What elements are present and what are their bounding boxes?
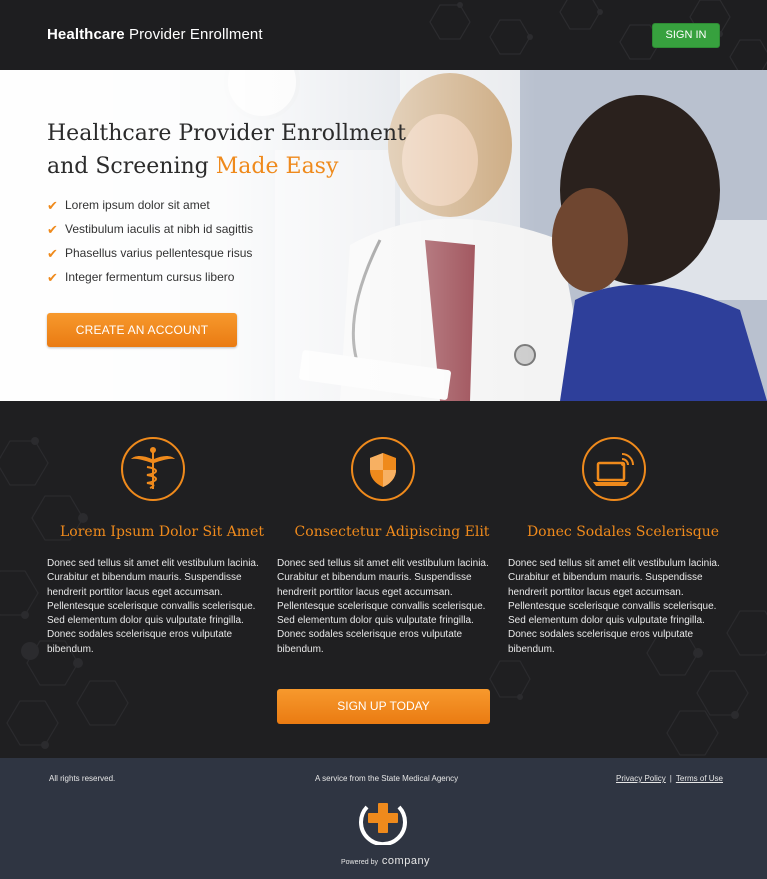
bullet-text: Vestibulum iaculis at nibh id sagittis [65, 222, 254, 236]
brand-rest-text: Provider Enrollment [124, 26, 263, 43]
checkmark-icon: ✔ [47, 270, 58, 285]
feature-body: Donec sed tellus sit amet elit vestibulu… [508, 558, 720, 655]
laptop-wifi-icon [593, 453, 634, 486]
list-item: ✔ Vestibulum iaculis at nibh id sagittis [47, 219, 253, 243]
icon-ring [351, 437, 415, 501]
list-item: ✔ Phasellus varius pellentesque risus [47, 243, 253, 267]
feature-title: Lorem Ipsum Dolor Sit Amet [60, 524, 264, 540]
bullet-text: Integer fermentum cursus libero [65, 270, 235, 284]
brand-bold-text: Healthcare [47, 26, 125, 43]
feature-body: Donec sed tellus sit amet elit vestibulu… [277, 558, 489, 655]
site-header: Healthcare Provider Enrollment SIGN IN [0, 0, 767, 70]
service-text: A service from the State Medical Agency [315, 774, 459, 783]
hero-section: Healthcare Provider Enrollment and Scree… [0, 70, 767, 401]
rights-text: All rights reserved. [49, 774, 116, 783]
checkmark-icon: ✔ [47, 246, 58, 261]
list-item: ✔ Integer fermentum cursus libero [47, 267, 253, 291]
hero-title: Healthcare Provider Enrollment and Scree… [47, 117, 427, 183]
hero-bullet-list: ✔ Lorem ipsum dolor sit amet ✔ Vestibulum … [47, 195, 253, 291]
feature-title: Donec Sodales Scelerisque [526, 524, 720, 540]
feature-body: Donec sed tellus sit amet elit vestibulu… [47, 558, 259, 655]
powered-by-label: Powered by [341, 859, 378, 866]
sign-in-button[interactable]: SIGN IN [652, 23, 720, 48]
company-logotype: company [381, 855, 431, 867]
caduceus-icon [131, 447, 175, 489]
icon-ring [121, 437, 185, 501]
checkmark-icon: ✔ [47, 198, 58, 213]
feature-title: Consectetur Adipiscing Elit [294, 524, 490, 540]
hero-title-line1: Healthcare Provider Enrollment [47, 121, 406, 146]
sign-up-today-button[interactable]: SIGN UP TODAY [277, 689, 490, 724]
site-brand[interactable]: Healthcare Provider Enrollment [47, 26, 263, 43]
hero-title-line2: and Screening [47, 154, 216, 179]
bullet-text: Phasellus varius pellentesque risus [65, 246, 253, 260]
link-separator: | [669, 774, 672, 783]
icon-ring [582, 437, 646, 501]
shield-icon [370, 453, 396, 487]
features-section: Lorem Ipsum Dolor Sit Amet Donec sed tel… [0, 401, 767, 758]
hero-title-accent: Made Easy [215, 154, 339, 179]
list-item: ✔ Lorem ipsum dolor sit amet [47, 195, 253, 219]
footer-links: Privacy Policy | Terms of Use [616, 774, 723, 783]
privacy-policy-link[interactable]: Privacy Policy [616, 774, 666, 783]
terms-of-use-link[interactable]: Terms of Use [676, 774, 723, 783]
site-footer: All rights reserved. A service from the … [0, 758, 767, 879]
bullet-text: Lorem ipsum dolor sit amet [65, 198, 210, 212]
create-account-button[interactable]: CREATE AN ACCOUNT [47, 313, 237, 347]
medical-cross-logo-icon [359, 803, 407, 845]
checkmark-icon: ✔ [47, 222, 58, 237]
powered-by-text: Powered by company [341, 855, 430, 867]
